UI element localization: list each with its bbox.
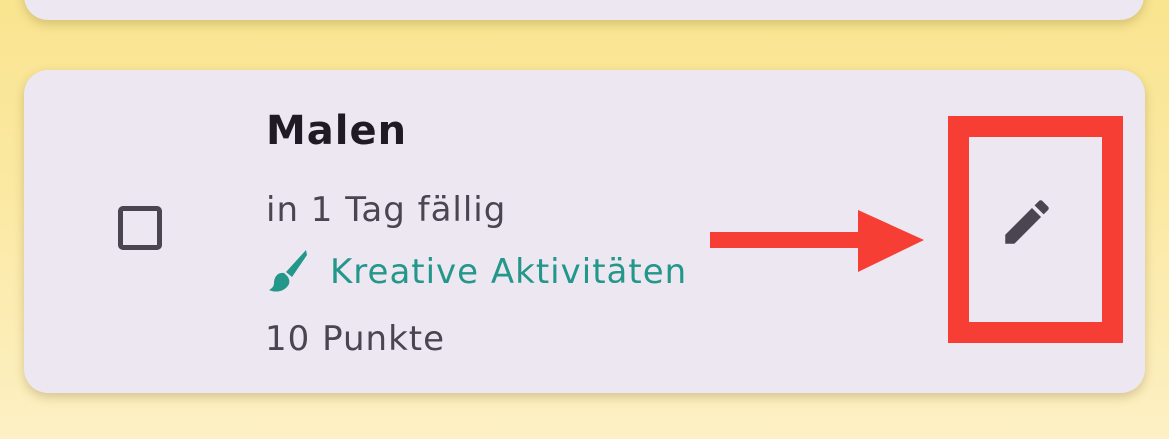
- task-card: Malen in 1 Tag fällig Kreative Aktivität…: [24, 70, 1145, 393]
- edit-pencil-icon: [1005, 200, 1049, 244]
- task-title: Malen: [266, 108, 408, 154]
- category-label: Kreative Aktivitäten: [330, 252, 688, 292]
- task-due-date: in 1 Tag fällig: [266, 190, 507, 230]
- task-points: 10 Punkte: [265, 319, 446, 359]
- task-category: Kreative Aktivitäten: [268, 248, 687, 296]
- task-checkbox[interactable]: [118, 206, 162, 250]
- edit-button[interactable]: [964, 137, 1090, 307]
- paintbrush-icon: [269, 250, 307, 292]
- previous-task-card: [24, 0, 1144, 20]
